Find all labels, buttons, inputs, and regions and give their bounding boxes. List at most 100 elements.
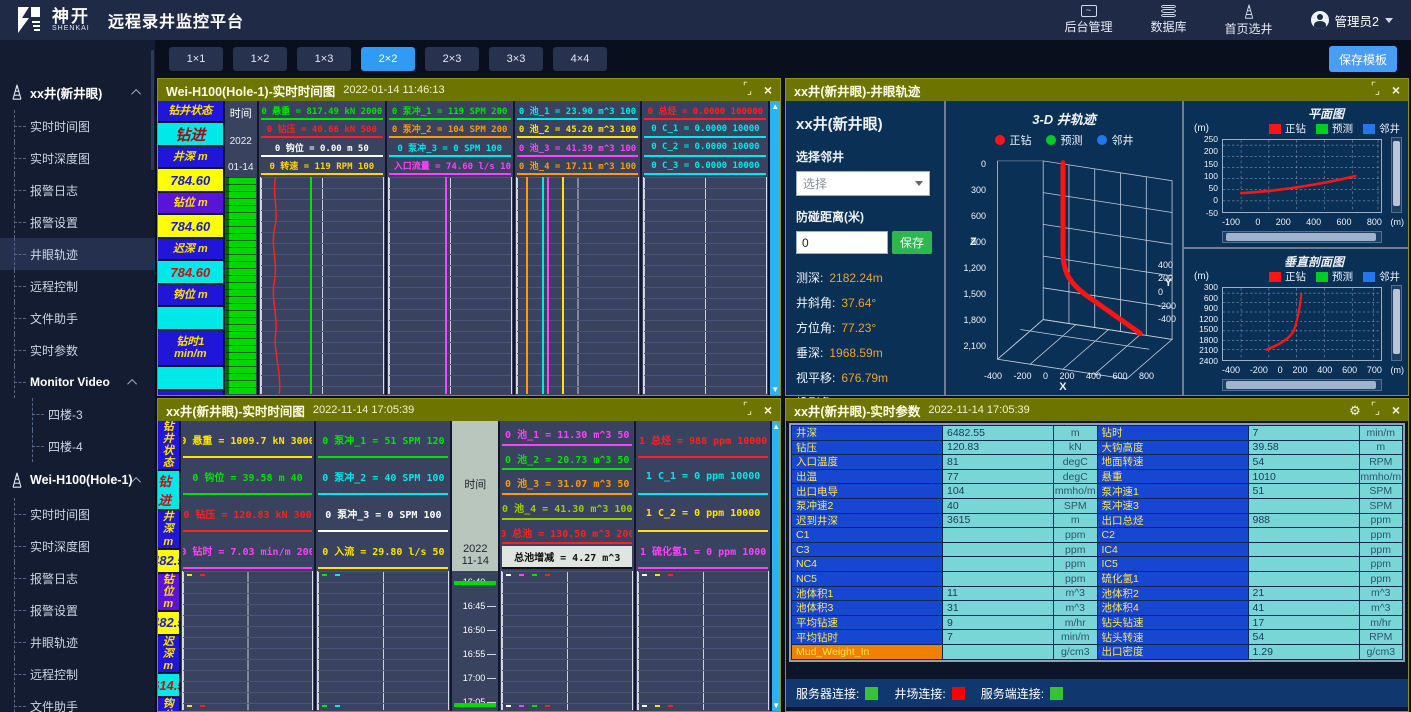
y-tick: 200 bbox=[1204, 147, 1218, 156]
expand-icon[interactable]: ⌜⌟ bbox=[1371, 85, 1382, 96]
status-label: 钻位 m bbox=[158, 193, 223, 213]
expand-icon[interactable]: ⌜⌟ bbox=[1371, 405, 1382, 416]
param-name: 池体积2 bbox=[1098, 587, 1248, 601]
grid-layout-button[interactable]: 1×2 bbox=[233, 47, 287, 71]
param-unit: ppm bbox=[1054, 572, 1097, 586]
menu-database[interactable]: 数据库 bbox=[1151, 5, 1187, 36]
sidebar-item[interactable]: 实时时间图 bbox=[0, 498, 155, 530]
param-value: 3615 bbox=[943, 514, 1053, 528]
brand-logo: 神开 SHENKAI bbox=[0, 5, 90, 35]
legend-label: 邻井 bbox=[1379, 121, 1400, 136]
close-icon[interactable]: × bbox=[764, 403, 772, 417]
sidebar-item[interactable]: 报警设置 bbox=[0, 206, 155, 238]
expand-icon[interactable]: ⌜⌟ bbox=[743, 405, 754, 416]
menu-backend[interactable]: ~ 后台管理 bbox=[1065, 5, 1113, 35]
curve-label: 0 池_2 = 45.20 m^3 100 bbox=[517, 122, 639, 139]
sidebar-item[interactable]: 四楼-4 bbox=[0, 430, 155, 462]
sidebar-item[interactable]: 文件助手 bbox=[0, 302, 155, 334]
menu-well-select[interactable]: 首页选井 bbox=[1225, 4, 1273, 37]
sidebar-item[interactable]: 井眼轨迹 bbox=[0, 238, 155, 270]
status-value: 6482.55 bbox=[158, 612, 179, 634]
sidebar-item[interactable]: 报警设置 bbox=[0, 594, 155, 626]
sidebar-item-label: 远程控制 bbox=[30, 278, 78, 295]
sidebar-item[interactable]: 四楼-3 bbox=[0, 398, 155, 430]
table-row: 平均钻速 9 m/hr 钻头钻速 17 m/hr bbox=[792, 616, 1402, 630]
param-unit: RPM bbox=[1360, 455, 1403, 469]
anticollision-distance-input[interactable] bbox=[796, 231, 888, 254]
stat-label: 测深: bbox=[796, 266, 823, 291]
chart-scrollbar[interactable]: ▲▼ bbox=[772, 421, 780, 711]
close-icon[interactable]: × bbox=[764, 83, 772, 97]
grid-layout-button[interactable]: 1×1 bbox=[169, 47, 223, 71]
gear-icon[interactable]: ⚙ bbox=[1349, 404, 1361, 417]
offset-well-select[interactable]: 选择 bbox=[796, 171, 930, 196]
grid-layout-button[interactable]: 2×2 bbox=[361, 47, 415, 71]
grid-layout-button[interactable]: 1×3 bbox=[297, 47, 351, 71]
trajectory-3d-plot: 3-D 井轨迹 正钻 预测 bbox=[946, 101, 1184, 395]
param-value: 1010 bbox=[1249, 470, 1359, 484]
param-name: 泵冲速1 bbox=[1098, 484, 1248, 498]
legend-item: 正钻 bbox=[1269, 121, 1306, 136]
connection-statusbar: 服务器连接: 井场连接: 服务端连接: bbox=[786, 679, 1408, 707]
param-value bbox=[943, 572, 1053, 586]
sidebar-item[interactable]: 实时时间图 bbox=[0, 110, 155, 142]
time-label: 时间 bbox=[230, 105, 252, 121]
sidebar-item[interactable]: 报警日志 bbox=[0, 562, 155, 594]
x-tick: 600 bbox=[1342, 365, 1357, 375]
sidebar-item[interactable]: Monitor Video bbox=[0, 366, 155, 398]
sidebar-item[interactable]: 报警日志 bbox=[0, 174, 155, 206]
y-tick: 0 bbox=[1213, 196, 1218, 205]
scroll-up-icon[interactable]: ▲ bbox=[771, 101, 779, 112]
sidebar-item[interactable]: 实时深度图 bbox=[0, 142, 155, 174]
select-value: 选择 bbox=[803, 175, 827, 192]
chart-track-1: 0 悬重 = 817.49 kN 2000 0 钻压 = 40.66 kN 50… bbox=[259, 101, 385, 395]
plan-horizontal-scrollbar[interactable] bbox=[1222, 231, 1382, 243]
section-plot-area bbox=[1222, 287, 1382, 361]
section-horizontal-scrollbar[interactable] bbox=[1222, 379, 1382, 391]
sidebar-item[interactable]: xx井(新井眼) bbox=[0, 74, 155, 110]
sidebar-item[interactable]: 远程控制 bbox=[0, 270, 155, 302]
param-value: 1.29 bbox=[1249, 645, 1359, 659]
param-unit: min/m bbox=[1054, 630, 1097, 644]
sidebar-item-label: 文件助手 bbox=[30, 698, 78, 712]
avatar bbox=[1311, 11, 1329, 29]
sidebar-item-label: 四楼-4 bbox=[48, 438, 83, 455]
legend-label: 正钻 bbox=[1010, 132, 1032, 148]
sidebar-item[interactable]: 实时参数 bbox=[0, 334, 155, 366]
curve-label: 1 硫化氢1 = 0 ppm 1000 bbox=[638, 534, 768, 569]
user-menu[interactable]: 管理员2 bbox=[1311, 11, 1393, 30]
grid-layout-button[interactable]: 4×4 bbox=[553, 47, 607, 71]
param-value bbox=[1249, 528, 1359, 542]
chart-scrollbar[interactable]: ▲▼ bbox=[770, 101, 780, 395]
status-label: 钩位 m bbox=[158, 285, 223, 305]
param-name: 泵冲速3 bbox=[1098, 499, 1248, 513]
close-icon[interactable]: × bbox=[1392, 403, 1400, 417]
param-name: 入口温度 bbox=[792, 455, 942, 469]
sidebar-item[interactable]: 远程控制 bbox=[0, 658, 155, 690]
save-template-button[interactable]: 保存模板 bbox=[1329, 46, 1397, 72]
expand-icon[interactable]: ⌜⌟ bbox=[743, 85, 754, 96]
close-icon[interactable]: × bbox=[1392, 83, 1400, 97]
sidebar-item[interactable]: Wei-H100(Hole-1) bbox=[0, 462, 155, 498]
x-tick: -100 bbox=[1222, 217, 1240, 227]
chart-plot bbox=[182, 571, 314, 710]
sidebar-item[interactable]: 文件助手 bbox=[0, 690, 155, 712]
save-button[interactable]: 保存 bbox=[892, 231, 932, 254]
grid-layout-button[interactable]: 3×3 bbox=[489, 47, 543, 71]
param-unit: m^3 bbox=[1054, 601, 1097, 615]
section-vertical-slider[interactable] bbox=[1391, 285, 1402, 361]
curve-label: 0 池_3 = 31.07 m^3 50 bbox=[502, 472, 632, 495]
sidebar-item[interactable]: 实时深度图 bbox=[0, 530, 155, 562]
param-unit: ppm bbox=[1360, 528, 1403, 542]
scroll-down-icon[interactable]: ▼ bbox=[771, 384, 779, 395]
param-name: 悬重 bbox=[1098, 470, 1248, 484]
grid-layout-button[interactable]: 2×3 bbox=[425, 47, 479, 71]
param-name: 钻时 bbox=[1098, 426, 1248, 440]
scroll-up-icon[interactable]: ▲ bbox=[772, 421, 780, 432]
curve-label: 0 泵冲_3 = 0 SPM 100 bbox=[318, 497, 448, 532]
param-unit: g/cm3 bbox=[1054, 645, 1097, 659]
legend-label: 预测 bbox=[1332, 121, 1353, 136]
plan-vertical-slider[interactable] bbox=[1391, 137, 1402, 213]
scroll-down-icon[interactable]: ▼ bbox=[772, 700, 780, 711]
sidebar-item[interactable]: 井眼轨迹 bbox=[0, 626, 155, 658]
